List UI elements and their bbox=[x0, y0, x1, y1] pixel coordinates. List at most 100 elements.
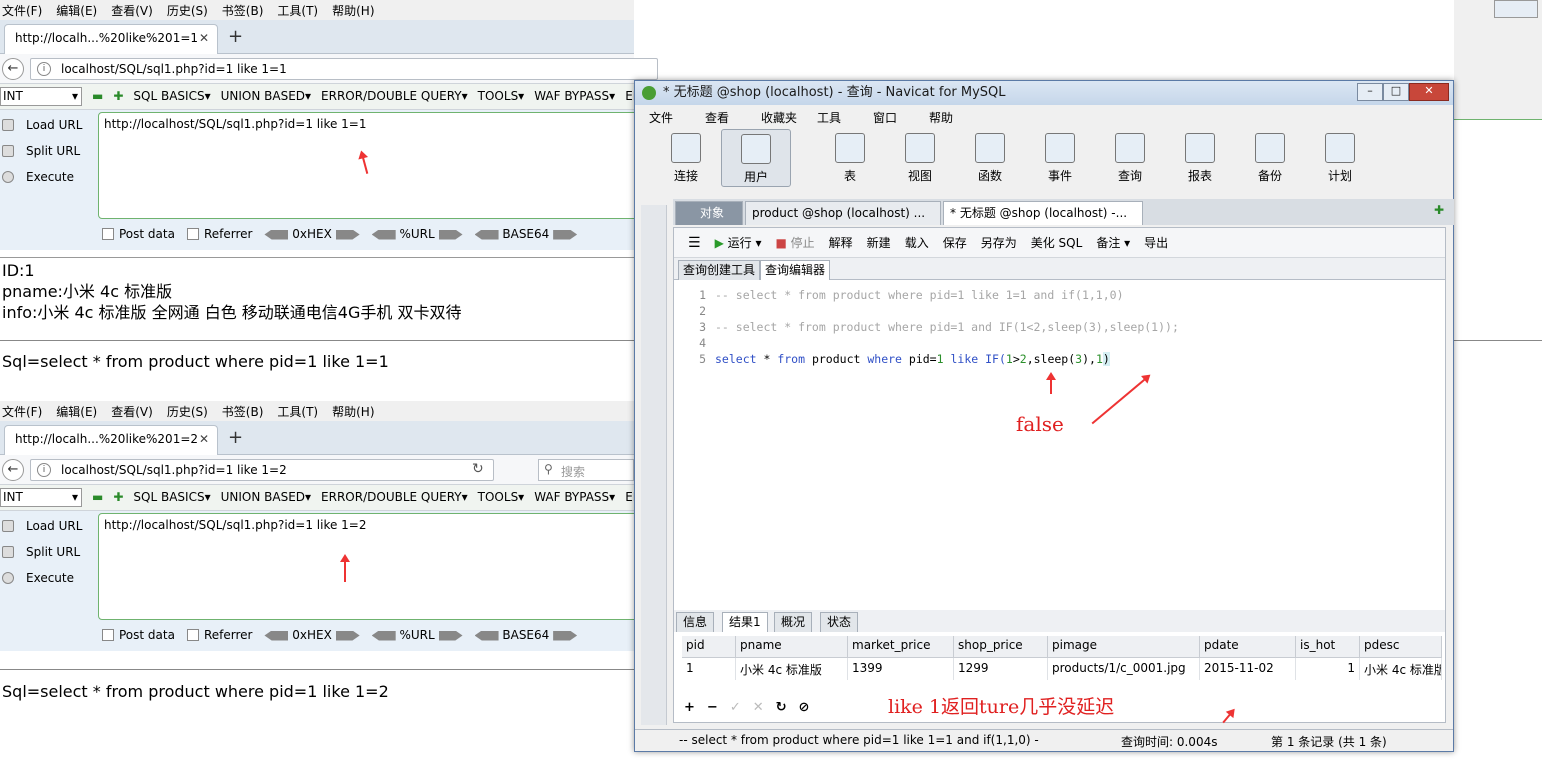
tab-objects[interactable]: 对象 bbox=[675, 201, 743, 225]
explain-button[interactable]: 解释 bbox=[829, 234, 853, 251]
menu-view[interactable]: 查看(V) bbox=[111, 2, 153, 19]
nav-menu-view[interactable]: 查看 bbox=[705, 109, 755, 126]
hack-menu-waf[interactable]: WAF BYPASS▾ bbox=[534, 89, 615, 103]
referrer-checkbox[interactable]: Referrer bbox=[186, 628, 252, 642]
url-textarea[interactable]: http://localhost/SQL/sql1.php?id=1 like … bbox=[98, 513, 638, 620]
column-header[interactable]: pname bbox=[736, 636, 848, 658]
table-row[interactable]: 1 小米 4c 标准版 1399 1299 products/1/c_0001.… bbox=[682, 658, 1442, 680]
toolbar-query[interactable]: 查询 bbox=[1095, 129, 1165, 184]
stop-button[interactable]: ■ 停止 bbox=[775, 234, 814, 251]
cell[interactable]: 2015-11-02 bbox=[1200, 658, 1296, 680]
column-header[interactable]: pid bbox=[682, 636, 736, 658]
cell[interactable]: 1299 bbox=[954, 658, 1048, 680]
apply-icon[interactable]: ✓ bbox=[730, 700, 741, 715]
menu-bookmarks[interactable]: 书签(B) bbox=[222, 403, 264, 420]
hex-encode[interactable]: 0xHEX bbox=[264, 628, 360, 642]
hack-menu-union[interactable]: UNION BASED▾ bbox=[221, 89, 311, 103]
column-header[interactable]: is_hot bbox=[1296, 636, 1360, 658]
load-url-button[interactable]: Load URL bbox=[0, 513, 96, 539]
toolbar-report[interactable]: 报表 bbox=[1165, 129, 1235, 184]
toolbar-backup[interactable]: 备份 bbox=[1235, 129, 1305, 184]
toolbar-event[interactable]: 事件 bbox=[1025, 129, 1095, 184]
url-textarea[interactable]: http://localhost/SQL/sql1.php?id=1 like … bbox=[98, 112, 638, 219]
hex-encode[interactable]: 0xHEX bbox=[264, 227, 360, 241]
hack-menu-error[interactable]: ERROR/DOUBLE QUERY▾ bbox=[321, 89, 468, 103]
run-button[interactable]: ▶ 运行 ▾ bbox=[715, 234, 762, 251]
add-row-icon[interactable]: + bbox=[684, 700, 695, 715]
column-header[interactable]: pdate bbox=[1200, 636, 1296, 658]
minimize-button[interactable]: – bbox=[1357, 83, 1383, 101]
search-input[interactable]: ⚲ 搜索 bbox=[538, 459, 634, 481]
cell[interactable]: products/1/c_0001.jpg bbox=[1048, 658, 1200, 680]
cell[interactable]: 1 bbox=[1296, 658, 1360, 680]
menu-help[interactable]: 帮助(H) bbox=[332, 403, 374, 420]
tab-info[interactable]: 信息 bbox=[676, 612, 715, 632]
hack-menu-waf[interactable]: WAF BYPASS▾ bbox=[534, 490, 615, 504]
hack-menu-error[interactable]: ERROR/DOUBLE QUERY▾ bbox=[321, 490, 468, 504]
delete-row-icon[interactable]: − bbox=[707, 700, 718, 715]
hack-menu-tools[interactable]: TOOLS▾ bbox=[478, 89, 525, 103]
tab-query-untitled[interactable]: * 无标题 @shop (localhost) -... bbox=[943, 201, 1143, 225]
menu-help[interactable]: 帮助(H) bbox=[332, 2, 374, 19]
column-header[interactable]: pdesc bbox=[1360, 636, 1442, 658]
toolbar-schedule[interactable]: 计划 bbox=[1305, 129, 1375, 184]
url-bar[interactable]: i localhost/SQL/sql1.php?id=1 like 1=2 bbox=[30, 459, 494, 481]
menu-history[interactable]: 历史(S) bbox=[167, 403, 208, 420]
menu-bookmarks[interactable]: 书签(B) bbox=[222, 2, 264, 19]
cell[interactable]: 小米 4c 标准版 bbox=[736, 658, 848, 680]
plus-icon[interactable]: ✚ bbox=[113, 490, 123, 504]
menu-file[interactable]: 文件(F) bbox=[2, 2, 42, 19]
tab-status[interactable]: 状态 bbox=[820, 612, 859, 632]
menu-view[interactable]: 查看(V) bbox=[111, 403, 153, 420]
menu-history[interactable]: 历史(S) bbox=[167, 2, 208, 19]
back-icon[interactable]: ← bbox=[2, 58, 24, 80]
close-icon[interactable]: ✕ bbox=[199, 432, 209, 446]
maximize-button[interactable]: □ bbox=[1383, 83, 1409, 101]
load-button[interactable]: 载入 bbox=[905, 234, 929, 251]
menu-tools[interactable]: 工具(T) bbox=[277, 2, 318, 19]
nav-menu-help[interactable]: 帮助 bbox=[929, 109, 979, 126]
nav-menu-tools[interactable]: 工具 bbox=[817, 109, 867, 126]
new-tab-icon[interactable]: + bbox=[228, 26, 243, 47]
referrer-checkbox[interactable]: Referrer bbox=[186, 227, 252, 241]
refresh-icon[interactable]: ↻ bbox=[776, 700, 787, 715]
toolbar-function[interactable]: 函数 bbox=[955, 129, 1025, 184]
hack-menu-sql-basics[interactable]: SQL BASICS▾ bbox=[133, 490, 210, 504]
toolbar-connect[interactable]: 连接 bbox=[651, 129, 721, 184]
menu-icon[interactable]: ☰ bbox=[688, 235, 701, 251]
window-controls[interactable] bbox=[1494, 0, 1538, 18]
tab-profile[interactable]: 概况 bbox=[774, 612, 813, 632]
split-url-button[interactable]: Split URL bbox=[0, 138, 96, 164]
sql-editor[interactable]: 1 2 3 4 5 -- select * from product where… bbox=[674, 282, 1445, 598]
toolbar-user[interactable]: 用户 bbox=[721, 129, 791, 187]
url-encode[interactable]: %URL bbox=[371, 628, 463, 642]
cell[interactable]: 1399 bbox=[848, 658, 954, 680]
beautify-sql-button[interactable]: 美化 SQL bbox=[1031, 234, 1083, 251]
split-url-button[interactable]: Split URL bbox=[0, 539, 96, 565]
column-header[interactable]: market_price bbox=[848, 636, 954, 658]
add-tab-icon[interactable]: ✚ bbox=[1434, 203, 1444, 217]
cell[interactable]: 1 bbox=[682, 658, 736, 680]
hackbar-type-select[interactable]: INT ▾ bbox=[0, 87, 82, 106]
close-icon[interactable]: ✕ bbox=[199, 31, 209, 45]
toolbar-table[interactable]: 表 bbox=[815, 129, 885, 184]
export-button[interactable]: 导出 bbox=[1144, 234, 1168, 251]
close-button[interactable]: ✕ bbox=[1409, 83, 1449, 101]
load-url-button[interactable]: Load URL bbox=[0, 112, 96, 138]
discard-icon[interactable]: ✕ bbox=[753, 700, 764, 715]
base64-encode[interactable]: BASE64 bbox=[474, 227, 578, 241]
tab-product-table[interactable]: product @shop (localhost) ... bbox=[745, 201, 941, 225]
new-tab-icon[interactable]: + bbox=[228, 427, 243, 448]
post-data-checkbox[interactable]: Post data bbox=[102, 628, 175, 642]
stop-icon[interactable]: ⊘ bbox=[799, 700, 810, 715]
tab-query-builder[interactable]: 查询创建工具 bbox=[678, 260, 761, 280]
refresh-icon[interactable]: ↻ bbox=[472, 461, 484, 477]
execute-button[interactable]: Execute bbox=[0, 164, 96, 190]
menu-edit[interactable]: 编辑(E) bbox=[56, 2, 97, 19]
nav-menu-file[interactable]: 文件 bbox=[649, 109, 699, 126]
minus-icon[interactable]: ▬ bbox=[92, 89, 103, 103]
nav-menu-window[interactable]: 窗口 bbox=[873, 109, 923, 126]
back-icon[interactable]: ← bbox=[2, 459, 24, 481]
menu-file[interactable]: 文件(F) bbox=[2, 403, 42, 420]
execute-button[interactable]: Execute bbox=[0, 565, 96, 591]
